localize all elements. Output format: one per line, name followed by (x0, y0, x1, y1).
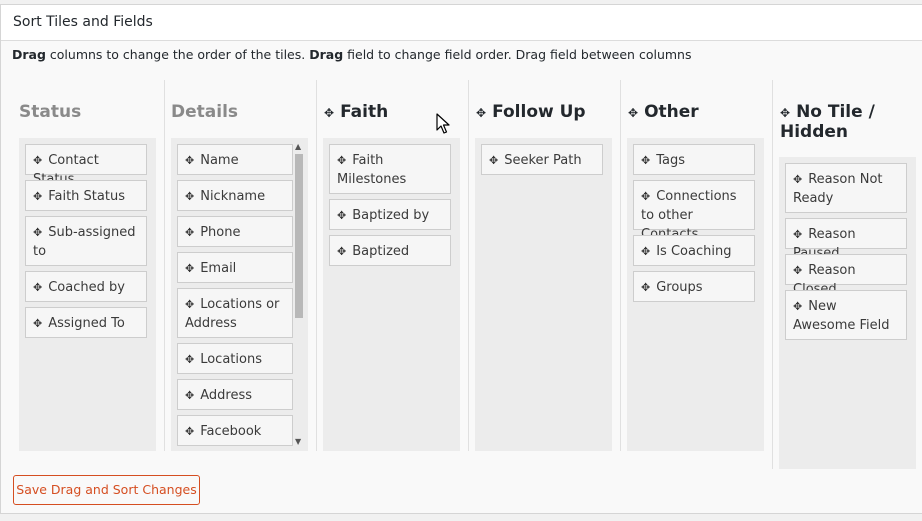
field-item-seeker-path[interactable]: ✥ Seeker Path (481, 144, 603, 175)
column-title-no-tile-hidden[interactable]: ✥ No Tile / Hidden (780, 103, 890, 142)
scroll-up-icon[interactable]: ▲ (295, 142, 301, 151)
field-item-connections[interactable]: ✥Connections to other Contacts (633, 180, 755, 242)
field-item-name[interactable]: ✥ Name (177, 144, 293, 175)
scrollbar-thumb[interactable] (295, 154, 303, 318)
field-item-baptized-by[interactable]: ✥ Baptized by (329, 199, 451, 230)
move-icon: ✥ (641, 190, 651, 203)
move-icon: ✥ (641, 154, 651, 167)
field-label: Locations or Address (185, 297, 280, 331)
field-item-faith-milestones[interactable]: ✥ Faith Milestones (329, 144, 451, 194)
column-title-label: Faith (340, 102, 389, 122)
field-item-contact-status[interactable]: ✥Contact Status (25, 144, 147, 187)
field-item-facebook[interactable]: ✥ Facebook (177, 415, 293, 446)
mouse-pointer-icon (436, 113, 450, 134)
move-icon: ✥ (185, 154, 195, 167)
move-icon: ✥ (33, 154, 43, 167)
move-icon: ✥ (793, 228, 803, 241)
field-item-baptized[interactable]: ✥ Baptized (329, 235, 451, 266)
move-icon: ✥ (33, 190, 43, 203)
field-label: Faith Status (48, 189, 125, 204)
field-label: Phone (200, 225, 241, 240)
move-icon: ✥ (641, 245, 651, 258)
field-item-coached-by[interactable]: ✥ Coached by (25, 271, 147, 302)
field-item-reason-closed[interactable]: ✥Reason Closed (785, 254, 907, 297)
field-label: Faith Milestones (337, 153, 407, 187)
move-icon: ✥ (185, 226, 195, 239)
field-item-assigned-to[interactable]: ✥ Assigned To (25, 307, 147, 338)
column-title-follow-up[interactable]: ✥ Follow Up (476, 103, 586, 123)
field-label: New Awesome Field (793, 299, 890, 333)
instructions-text-1: columns to change the order of the tiles… (45, 47, 310, 62)
field-label: Seeker Path (504, 153, 582, 168)
field-label: Reason Not Ready (793, 172, 883, 206)
move-icon: ✥ (185, 353, 195, 366)
field-label: Groups (656, 280, 703, 295)
column-title-status[interactable]: Status (19, 103, 81, 122)
move-icon: ✥ (628, 106, 639, 120)
move-icon: ✥ (780, 106, 791, 120)
instructions-drag-1: Drag (12, 47, 46, 62)
move-icon: ✥ (641, 281, 651, 294)
move-icon: ✥ (793, 173, 803, 186)
column-title-label: No Tile / Hidden (780, 102, 875, 142)
field-label: Is Coaching (656, 244, 732, 259)
field-label: Name (200, 153, 239, 168)
field-item-nickname[interactable]: ✥ Nickname (177, 180, 293, 211)
field-label: Email (200, 261, 237, 276)
field-label: Coached by (48, 280, 125, 295)
move-icon: ✥ (185, 262, 195, 275)
move-icon: ✥ (337, 245, 347, 258)
field-item-phone[interactable]: ✥ Phone (177, 216, 293, 247)
field-label: Nickname (200, 189, 266, 204)
column-title-details[interactable]: Details (171, 103, 238, 122)
instructions: Drag columns to change the order of the … (12, 47, 691, 62)
field-item-locations-or-address[interactable]: ✥ Locations or Address (177, 288, 293, 338)
field-item-locations[interactable]: ✥ Locations (177, 343, 293, 374)
column-title-other[interactable]: ✥ Other (628, 103, 699, 123)
instructions-text-2: field to change field order. Drag field … (343, 47, 692, 62)
move-icon: ✥ (476, 106, 487, 120)
field-label: Baptized by (352, 208, 430, 223)
move-icon: ✥ (33, 226, 43, 239)
field-item-new-awesome-field[interactable]: ✥ New Awesome Field (785, 290, 907, 340)
field-item-reason-not-ready[interactable]: ✥ Reason Not Ready (785, 163, 907, 213)
save-drag-sort-button[interactable]: Save Drag and Sort Changes (13, 475, 200, 505)
move-icon: ✥ (33, 281, 43, 294)
field-item-tags[interactable]: ✥ Tags (633, 144, 755, 175)
move-icon: ✥ (337, 154, 347, 167)
column-title-label: Follow Up (492, 102, 586, 122)
instructions-drag-2: Drag (309, 47, 344, 62)
move-icon: ✥ (337, 209, 347, 222)
field-label: Baptized (352, 244, 410, 259)
field-label: Address (200, 388, 252, 403)
field-item-faith-status[interactable]: ✥ Faith Status (25, 180, 147, 211)
field-label: Facebook (200, 424, 262, 439)
field-item-groups[interactable]: ✥ Groups (633, 271, 755, 302)
move-icon: ✥ (324, 106, 335, 120)
panel-title: Sort Tiles and Fields (1, 5, 922, 41)
field-item-is-coaching[interactable]: ✥ Is Coaching (633, 235, 755, 266)
field-label: Assigned To (48, 316, 125, 331)
field-item-email[interactable]: ✥ Email (177, 252, 293, 283)
move-icon: ✥ (185, 298, 195, 311)
move-icon: ✥ (793, 264, 803, 277)
move-icon: ✥ (489, 154, 499, 167)
column-follow-up-well (475, 138, 612, 451)
field-item-reason-paused[interactable]: ✥Reason Paused (785, 218, 907, 261)
move-icon: ✥ (33, 317, 43, 330)
field-item-address[interactable]: ✥ Address (177, 379, 293, 410)
move-icon: ✥ (185, 190, 195, 203)
details-scrollbar[interactable]: ▲ ▼ (293, 142, 305, 446)
field-item-sub-assigned-to[interactable]: ✥ Sub-assigned to (25, 216, 147, 266)
scroll-down-icon[interactable]: ▼ (295, 437, 301, 446)
field-label: Tags (656, 153, 685, 168)
move-icon: ✥ (793, 300, 803, 313)
column-title-faith[interactable]: ✥ Faith (324, 103, 388, 123)
column-title-label: Other (644, 102, 699, 122)
move-icon: ✥ (185, 425, 195, 438)
field-label: Locations (200, 352, 262, 367)
move-icon: ✥ (185, 389, 195, 402)
field-label: Sub-assigned to (33, 225, 136, 259)
